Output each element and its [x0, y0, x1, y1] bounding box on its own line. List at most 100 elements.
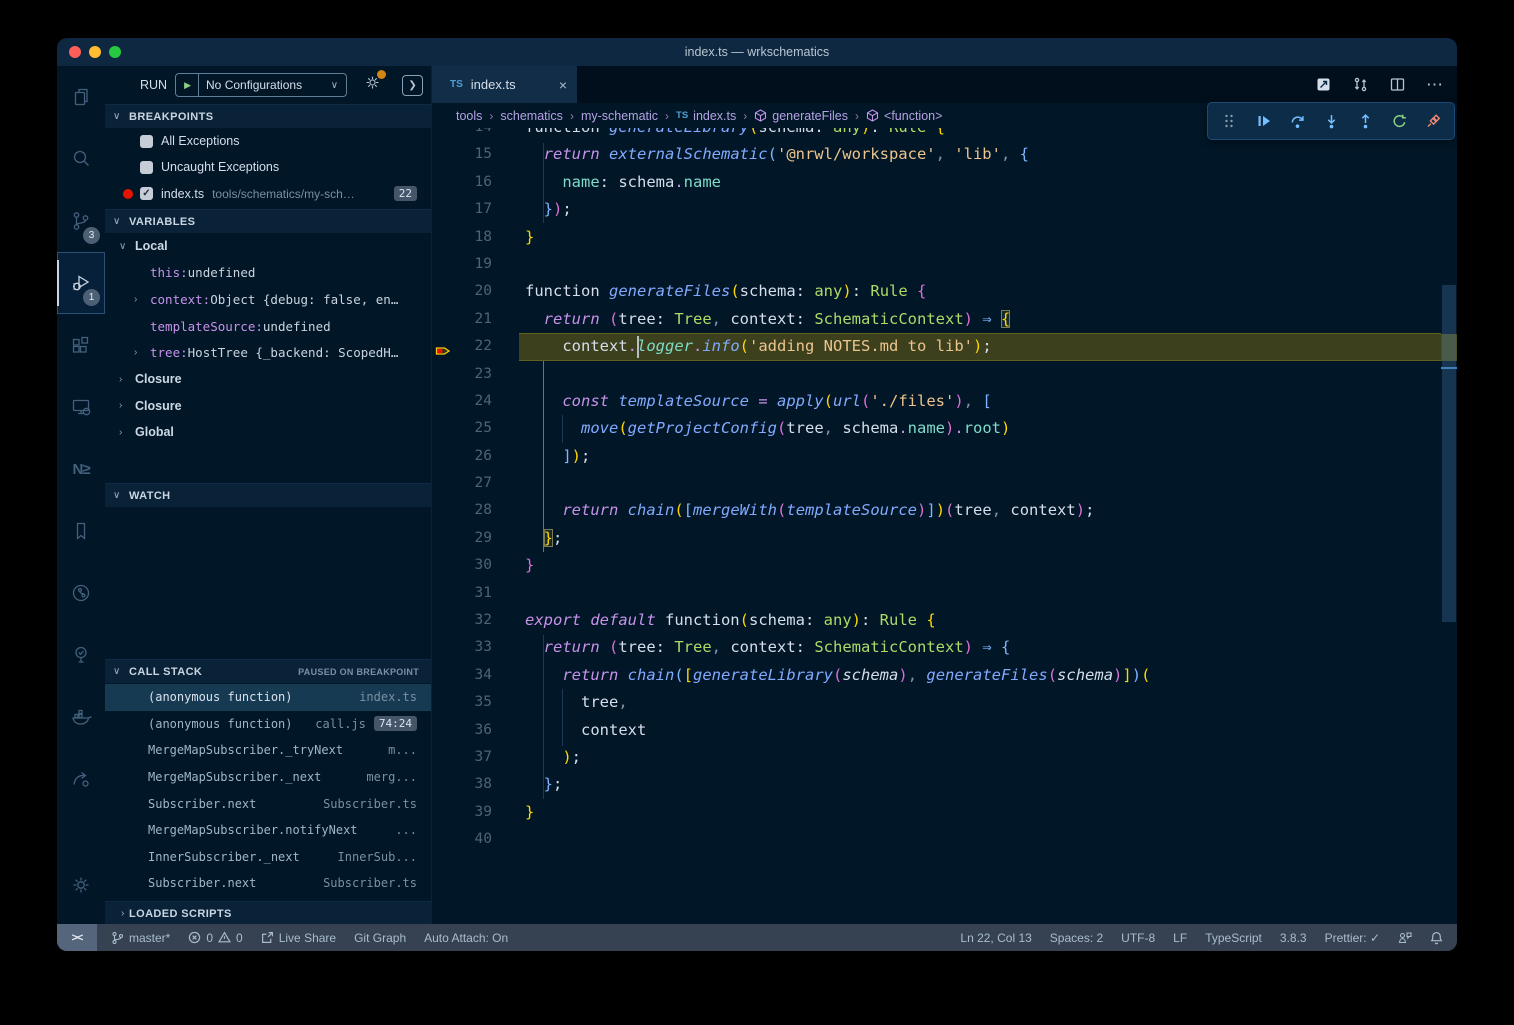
- ts-version-status[interactable]: 3.8.3: [1280, 931, 1307, 945]
- line-number[interactable]: 15: [432, 141, 492, 168]
- scrollbar-thumb[interactable]: [1442, 285, 1456, 622]
- line-number[interactable]: 22: [432, 333, 492, 360]
- activity-source-control[interactable]: 3: [57, 190, 105, 252]
- code-line[interactable]: 28 return chain([mergeWith(templateSourc…: [432, 497, 1457, 524]
- line-number[interactable]: 29: [432, 525, 492, 552]
- line-number[interactable]: 19: [432, 251, 492, 278]
- close-window-button[interactable]: [69, 46, 81, 58]
- activity-extensions[interactable]: [57, 314, 105, 376]
- activity-live-share[interactable]: [57, 748, 105, 810]
- prettier-status[interactable]: Prettier: ✓: [1325, 931, 1380, 945]
- split-editor-icon[interactable]: [1389, 76, 1406, 93]
- code-line[interactable]: 21 return (tree: Tree, context: Schemati…: [432, 306, 1457, 333]
- code-line[interactable]: 27: [432, 470, 1457, 497]
- activity-docker[interactable]: [57, 686, 105, 748]
- variable-row[interactable]: ›tree: HostTree {_backend: ScopedH…: [105, 339, 431, 366]
- line-number[interactable]: 37: [432, 744, 492, 771]
- continue-button[interactable]: [1250, 108, 1276, 134]
- language-status[interactable]: TypeScript: [1205, 931, 1262, 945]
- call-stack-frame[interactable]: (anonymous function)index.ts: [105, 684, 431, 711]
- line-number[interactable]: 24: [432, 388, 492, 415]
- cursor-position-status[interactable]: Ln 22, Col 13: [960, 931, 1031, 945]
- code-line[interactable]: 37 );: [432, 744, 1457, 771]
- code-line[interactable]: 20function generateFiles(schema: any): R…: [432, 278, 1457, 305]
- line-number[interactable]: 14: [432, 128, 492, 141]
- activity-testing[interactable]: [57, 624, 105, 686]
- close-icon[interactable]: ×: [559, 77, 567, 93]
- toolbar-drag-handle[interactable]: [1216, 108, 1242, 134]
- activity-gitlens[interactable]: [57, 562, 105, 624]
- notifications-button[interactable]: [1430, 931, 1443, 945]
- chevron-right-icon[interactable]: ›: [134, 347, 150, 358]
- code-line[interactable]: 18}: [432, 224, 1457, 251]
- call-stack-frame[interactable]: (anonymous function)call.js74:24: [105, 711, 431, 738]
- step-out-button[interactable]: [1352, 108, 1378, 134]
- variable-row[interactable]: ›Closure: [105, 366, 431, 393]
- code-line[interactable]: 32export default function(schema: any): …: [432, 607, 1457, 634]
- breakpoint-checkbox[interactable]: [140, 161, 153, 174]
- line-number[interactable]: 25: [432, 415, 492, 442]
- step-into-button[interactable]: [1318, 108, 1344, 134]
- line-number[interactable]: 21: [432, 306, 492, 333]
- breadcrumb-item[interactable]: tools: [456, 109, 482, 123]
- line-number[interactable]: 34: [432, 662, 492, 689]
- variable-row[interactable]: ›Global: [105, 419, 431, 446]
- eol-status[interactable]: LF: [1173, 931, 1187, 945]
- call-stack-frame[interactable]: MergeMapSubscriber._tryNextm...: [105, 737, 431, 764]
- call-stack-frame[interactable]: MergeMapSubscriber.notifyNext...: [105, 817, 431, 844]
- call-stack-frame[interactable]: Subscriber.nextSubscriber.ts: [105, 870, 431, 897]
- line-number[interactable]: 16: [432, 169, 492, 196]
- editor-scrollbar[interactable]: [1441, 128, 1457, 924]
- chevron-right-icon[interactable]: ›: [119, 400, 135, 411]
- variable-row[interactable]: ∨Local: [105, 233, 431, 260]
- tab-index-ts[interactable]: TS index.ts ×: [432, 66, 577, 103]
- line-number[interactable]: 28: [432, 497, 492, 524]
- line-number[interactable]: 40: [432, 826, 492, 853]
- code-line[interactable]: 24 const templateSource = apply(url('./f…: [432, 388, 1457, 415]
- breakpoints-header[interactable]: ∨ BREAKPOINTS: [105, 104, 431, 128]
- code-line[interactable]: 23: [432, 361, 1457, 388]
- code-area[interactable]: 14function generateLibrary(schema: any):…: [432, 128, 1457, 924]
- debug-console-button[interactable]: ❯: [402, 75, 423, 96]
- line-number[interactable]: 30: [432, 552, 492, 579]
- live-share-status[interactable]: Live Share: [261, 931, 336, 945]
- breadcrumb-item[interactable]: TSindex.ts: [676, 109, 736, 123]
- call-stack-header[interactable]: ∨ CALL STACK PAUSED ON BREAKPOINT: [105, 659, 431, 683]
- code-line[interactable]: 33 return (tree: Tree, context: Schemati…: [432, 634, 1457, 661]
- line-number[interactable]: 20: [432, 278, 492, 305]
- line-number[interactable]: 33: [432, 634, 492, 661]
- code-line[interactable]: 34 return chain([generateLibrary(schema)…: [432, 662, 1457, 689]
- indentation-status[interactable]: Spaces: 2: [1050, 931, 1103, 945]
- start-debug-icon[interactable]: ▶: [184, 80, 191, 91]
- code-line[interactable]: 38 };: [432, 771, 1457, 798]
- title-bar[interactable]: index.ts — wrkschematics: [57, 38, 1457, 66]
- remote-indicator[interactable]: ><: [57, 924, 97, 951]
- line-number[interactable]: 27: [432, 470, 492, 497]
- breadcrumb-item[interactable]: schematics: [500, 109, 563, 123]
- breadcrumb-item[interactable]: <function>: [866, 109, 942, 123]
- activity-bookmarks[interactable]: [57, 500, 105, 562]
- encoding-status[interactable]: UTF-8: [1121, 931, 1155, 945]
- variable-row[interactable]: this: undefined: [105, 260, 431, 287]
- line-number[interactable]: 17: [432, 196, 492, 223]
- code-line[interactable]: 36 context: [432, 717, 1457, 744]
- watch-header[interactable]: ∨ WATCH: [105, 483, 431, 507]
- open-changes-icon[interactable]: [1315, 76, 1332, 93]
- code-line[interactable]: 31: [432, 580, 1457, 607]
- code-line[interactable]: 30}: [432, 552, 1457, 579]
- call-stack-frame[interactable]: Subscriber.nextSubscriber.ts: [105, 790, 431, 817]
- breadcrumb-item[interactable]: generateFiles: [754, 109, 848, 123]
- git-graph-status[interactable]: Git Graph: [354, 931, 406, 945]
- line-number[interactable]: 39: [432, 799, 492, 826]
- chevron-right-icon[interactable]: ›: [119, 374, 135, 385]
- code-line[interactable]: 40: [432, 826, 1457, 853]
- line-number[interactable]: 26: [432, 443, 492, 470]
- more-actions-icon[interactable]: ⋯: [1426, 75, 1443, 95]
- chevron-right-icon[interactable]: ›: [119, 427, 135, 438]
- code-line[interactable]: 29 };: [432, 525, 1457, 552]
- launch-configuration-dropdown[interactable]: ▶ No Configurations ∨: [175, 73, 347, 97]
- activity-run-debug[interactable]: 1: [57, 252, 105, 314]
- loaded-scripts-header[interactable]: › LOADED SCRIPTS: [105, 901, 431, 925]
- auto-attach-status[interactable]: Auto Attach: On: [424, 931, 508, 945]
- line-number[interactable]: 18: [432, 224, 492, 251]
